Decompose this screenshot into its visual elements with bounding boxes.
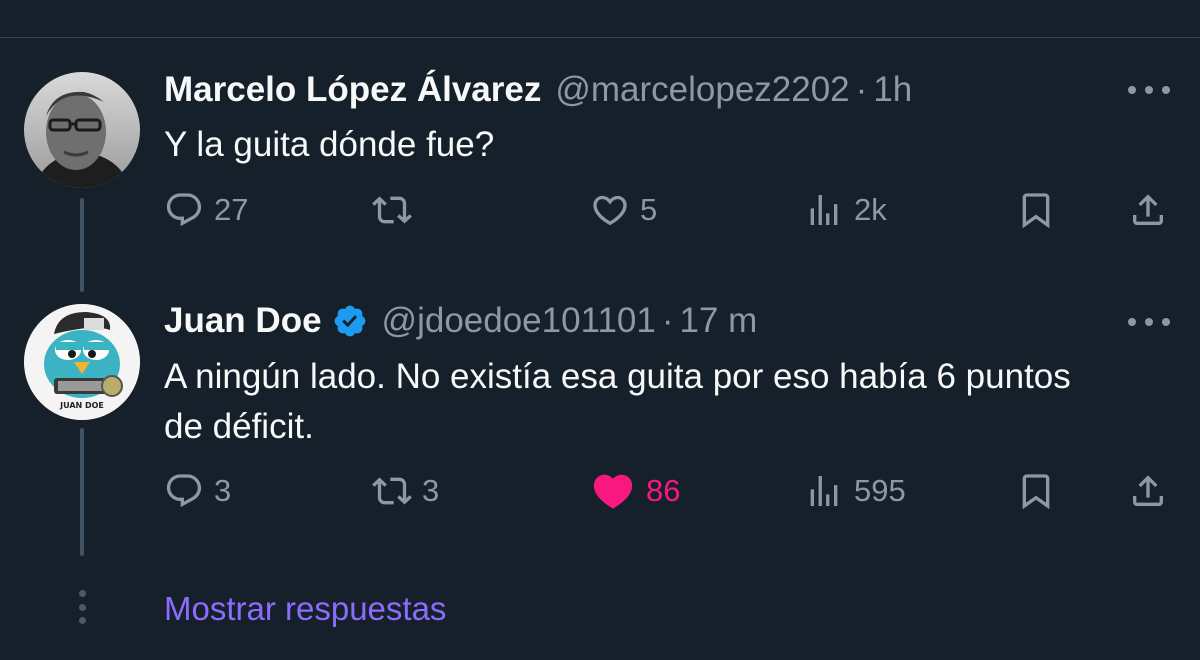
tweet-header: Juan Doe @jdoedoe101101 · 17 m bbox=[164, 299, 757, 343]
reply-icon bbox=[166, 193, 202, 227]
heart-icon bbox=[593, 474, 633, 509]
show-replies-link[interactable]: Mostrar respuestas bbox=[164, 586, 446, 632]
views-count: 595 bbox=[854, 473, 906, 508]
avatar-caption: JUAN DOE bbox=[59, 401, 104, 410]
reply-count: 27 bbox=[214, 192, 249, 227]
tweet-text: Y la guita dónde fue? bbox=[164, 125, 495, 164]
reply-thread: Marcelo López Álvarez @marcelopez2202 · … bbox=[0, 0, 1200, 660]
avatar[interactable]: JUAN DOE bbox=[24, 304, 140, 420]
tweet-header: Marcelo López Álvarez @marcelopez2202 · … bbox=[164, 68, 912, 112]
more-icon[interactable] bbox=[1128, 312, 1170, 332]
reply-icon bbox=[166, 474, 202, 508]
reply-button[interactable]: 3 bbox=[164, 461, 231, 521]
reply-count: 3 bbox=[214, 473, 232, 508]
heart-icon bbox=[593, 195, 627, 226]
author-handle[interactable]: @marcelopez2202 bbox=[555, 68, 849, 112]
separator-dot: · bbox=[661, 301, 674, 340]
avatar[interactable] bbox=[24, 72, 140, 188]
timestamp[interactable]: 1h bbox=[873, 68, 912, 112]
retweet-button[interactable]: 3 bbox=[372, 461, 439, 521]
views-button[interactable]: 595 bbox=[804, 461, 906, 521]
bookmark-button[interactable] bbox=[1016, 461, 1056, 521]
like-button[interactable]: 5 bbox=[590, 180, 657, 240]
views-icon bbox=[810, 195, 838, 225]
more-replies-dots-icon bbox=[78, 590, 86, 624]
bookmark-button[interactable] bbox=[1016, 180, 1056, 240]
retweet-count: 3 bbox=[422, 473, 440, 508]
timestamp[interactable]: 17 m bbox=[680, 299, 758, 343]
tweet-actions: 27 5 2k bbox=[0, 180, 1200, 240]
retweet-icon bbox=[372, 477, 412, 505]
like-button[interactable]: 86 bbox=[590, 461, 680, 521]
more-icon[interactable] bbox=[1128, 80, 1170, 100]
author-handle[interactable]: @jdoedoe101101 bbox=[382, 299, 656, 343]
like-count: 86 bbox=[646, 473, 681, 508]
share-icon bbox=[1133, 194, 1163, 225]
bookmark-icon bbox=[1022, 474, 1050, 510]
author-name[interactable]: Marcelo López Álvarez bbox=[164, 68, 541, 112]
author-name[interactable]: Juan Doe bbox=[164, 299, 322, 343]
top-divider bbox=[0, 37, 1200, 38]
share-button[interactable] bbox=[1128, 461, 1168, 521]
retweet-icon bbox=[372, 196, 412, 224]
reply-button[interactable]: 27 bbox=[164, 180, 248, 240]
tweet-actions: 3 3 86 595 bbox=[0, 461, 1200, 521]
like-count: 5 bbox=[640, 192, 658, 227]
views-icon bbox=[810, 476, 838, 506]
verified-icon bbox=[334, 305, 365, 337]
retweet-button[interactable] bbox=[372, 180, 422, 240]
separator-dot: · bbox=[855, 70, 868, 109]
share-button[interactable] bbox=[1128, 180, 1168, 240]
tweet-text: A ningún lado. No existía esa guita por … bbox=[164, 357, 1071, 446]
views-count: 2k bbox=[854, 192, 887, 227]
views-button[interactable]: 2k bbox=[804, 180, 887, 240]
share-icon bbox=[1133, 475, 1163, 506]
bookmark-icon bbox=[1022, 193, 1050, 229]
